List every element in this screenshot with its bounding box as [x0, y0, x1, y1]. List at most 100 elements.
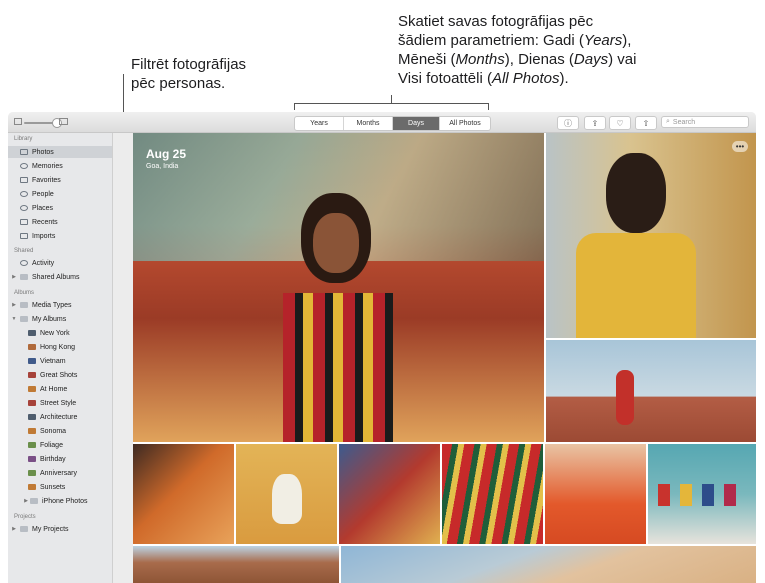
zoom-in-icon[interactable] [59, 118, 68, 125]
sidebar-item-label: My Albums [32, 315, 67, 323]
view-callout-days: Days [573, 51, 609, 68]
photo-sand-dunes[interactable] [341, 546, 756, 583]
sidebar-heading-albums: Albums [14, 290, 35, 296]
photo-red-dress[interactable] [546, 340, 756, 442]
sidebar-item-label: Sonoma [40, 427, 67, 435]
sidebar-item-label: People [32, 190, 54, 198]
sidebar-item-vietnam[interactable]: Vietnam [8, 355, 112, 367]
heart-icon: ♡ [616, 118, 624, 128]
search-icon: ⌕ [666, 118, 670, 125]
sidebar-item-label: At Home [40, 385, 68, 393]
photo-stripes[interactable] [442, 444, 543, 544]
photo-scarf[interactable] [133, 444, 234, 544]
view-callout-line2: šādiem parametriem: Gadi (Years), [398, 31, 636, 50]
more-options-button[interactable]: ••• [732, 141, 748, 152]
sidebar-item-favorites[interactable]: Favorites [8, 174, 112, 186]
photo-hero[interactable]: Aug 25 Goa, India [133, 133, 544, 442]
sidebar-item-people[interactable]: People [8, 188, 112, 200]
folder-icon [20, 302, 28, 308]
tab-years[interactable]: Years [295, 117, 344, 130]
sidebar-item-label: Architecture [40, 413, 78, 421]
sidebar-item-label: My Projects [32, 525, 69, 533]
sidebar-item-photos[interactable]: Photos [8, 146, 112, 158]
moment-location[interactable]: Goa, India [146, 163, 178, 170]
view-leader-bracket-left [294, 103, 295, 110]
info-icon: ⓘ [564, 118, 572, 128]
share-button[interactable]: ⇪ [584, 116, 606, 130]
favorite-button[interactable]: ♡ [609, 116, 631, 130]
sidebar-item-label: Media Types [32, 301, 72, 309]
photo-dancer[interactable] [236, 444, 337, 544]
photo-colorful-scarf[interactable] [339, 444, 440, 544]
view-callout-years: Years [583, 32, 623, 49]
sidebar-item-street-style[interactable]: Street Style [8, 397, 112, 409]
view-callout-text: ) vai [608, 51, 637, 68]
search-field[interactable]: ⌕ Search [661, 116, 749, 128]
zoom-out-icon[interactable] [14, 118, 22, 125]
people-callout-line1: Filtrēt fotogrāfijas [131, 56, 247, 73]
sidebar-item-memories[interactable]: Memories [8, 160, 112, 172]
sidebar-item-birthday[interactable]: Birthday [8, 453, 112, 465]
sidebar-heading-projects: Projects [14, 514, 36, 520]
photo-feet[interactable] [545, 444, 646, 544]
folder-icon [20, 316, 28, 322]
sidebar-item-activity[interactable]: Activity [8, 257, 112, 269]
album-thumbnail-icon [28, 456, 36, 462]
sidebar-item-foliage[interactable]: Foliage [8, 439, 112, 451]
sidebar-item-recents[interactable]: Recents [8, 216, 112, 228]
folder-icon [30, 498, 38, 504]
photo-grid: Aug 25 Goa, India ••• [133, 133, 756, 583]
heart-icon [20, 177, 28, 183]
sidebar-item-sunsets[interactable]: Sunsets [8, 481, 112, 493]
photo-laundry-cloth [724, 484, 736, 506]
moment-date: Aug 25 [146, 147, 187, 161]
album-thumbnail-icon [28, 386, 36, 392]
sidebar-item-sonoma[interactable]: Sonoma [8, 425, 112, 437]
sidebar-item-label: Sunsets [40, 483, 66, 491]
sidebar-item-architecture[interactable]: Architecture [8, 411, 112, 423]
sidebar-item-iphone-photos[interactable]: ▶ iPhone Photos [8, 495, 112, 507]
sidebar-item-media-types[interactable]: ▶ Media Types [8, 299, 112, 311]
info-button[interactable]: ⓘ [557, 116, 579, 130]
disclosure-right-icon[interactable]: ▶ [10, 274, 18, 280]
sidebar-item-imports[interactable]: Imports [8, 230, 112, 242]
view-callout-text: šādiem parametriem: Gadi ( [398, 32, 584, 49]
album-thumbnail-icon [28, 400, 36, 406]
sidebar-item-label: Vietnam [40, 357, 66, 365]
photo-mosque[interactable] [133, 546, 339, 583]
album-thumbnail-icon [28, 484, 36, 490]
disclosure-down-icon[interactable]: ▼ [10, 316, 18, 322]
sidebar-item-great-shots[interactable]: Great Shots [8, 369, 112, 381]
photo-portrait-man[interactable]: ••• [546, 133, 756, 338]
sidebar-item-label: New York [40, 329, 70, 337]
sidebar-item-label: Street Style [40, 399, 77, 407]
view-callout-text: Visi fotoattēli ( [398, 70, 492, 87]
import-icon [20, 233, 28, 239]
disclosure-right-icon[interactable]: ▶ [22, 498, 30, 504]
rotate-button[interactable]: ⇧ [635, 116, 657, 130]
tab-all-photos[interactable]: All Photos [440, 117, 490, 130]
view-callout-allphotos: All Photos [491, 70, 560, 87]
sidebar-item-new-york[interactable]: New York [8, 327, 112, 339]
disclosure-right-icon[interactable]: ▶ [10, 526, 18, 532]
photo-laundry[interactable] [648, 444, 756, 544]
person-icon [20, 191, 28, 197]
sidebar-item-hong-kong[interactable]: Hong Kong [8, 341, 112, 353]
tab-months[interactable]: Months [344, 117, 393, 130]
sidebar-item-label: iPhone Photos [42, 497, 88, 505]
sidebar-item-places[interactable]: Places [8, 202, 112, 214]
view-segmented-control: Years Months Days All Photos [294, 116, 491, 131]
view-callout-line1: Skatiet savas fotogrāfijas pēc [398, 13, 594, 30]
view-callout-text: ), Dienas ( [504, 51, 574, 68]
disclosure-right-icon[interactable]: ▶ [10, 302, 18, 308]
album-thumbnail-icon [28, 358, 36, 364]
view-callout-line4: Visi fotoattēli (All Photos). [398, 69, 636, 88]
sidebar-item-my-projects[interactable]: ▶ My Projects [8, 523, 112, 535]
sidebar-item-anniversary[interactable]: Anniversary [8, 467, 112, 479]
view-leader-bracket-right [488, 103, 489, 110]
tab-days[interactable]: Days [393, 117, 440, 130]
sidebar-item-shared-albums[interactable]: ▶ Shared Albums [8, 271, 112, 283]
sidebar-item-at-home[interactable]: At Home [8, 383, 112, 395]
sidebar-item-my-albums[interactable]: ▼ My Albums [8, 313, 112, 325]
album-thumbnail-icon [28, 372, 36, 378]
